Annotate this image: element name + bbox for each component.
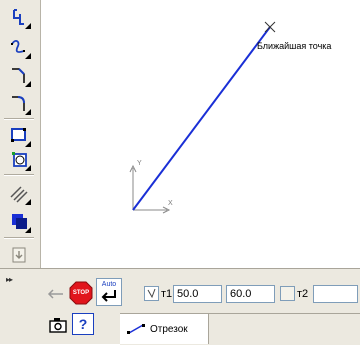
back-button[interactable] bbox=[44, 283, 66, 305]
auto-create-button[interactable]: Auto bbox=[96, 278, 122, 306]
snap-hint-label: Ближайшая точка bbox=[257, 41, 332, 51]
chamfer-tool-button[interactable] bbox=[6, 62, 32, 88]
point-fields-row: т1 т2 bbox=[128, 284, 360, 306]
segment-icon bbox=[127, 324, 145, 334]
stop-button[interactable]: STOP bbox=[68, 280, 94, 306]
stop-label: STOP bbox=[72, 290, 90, 296]
tab-segment[interactable]: Отрезок bbox=[120, 314, 209, 344]
axis-x-label: X bbox=[168, 200, 173, 207]
camera-icon bbox=[49, 318, 67, 333]
drawing-canvas[interactable]: Y X Ближайшая точка bbox=[41, 0, 360, 268]
tab-segment-label: Отрезок bbox=[150, 323, 188, 335]
segment-line bbox=[132, 26, 271, 211]
axis-y-label: Y bbox=[137, 160, 142, 167]
property-panel: ▸▸ STOP Auto т1 т2 bbox=[0, 268, 360, 345]
hatch-tool-button[interactable] bbox=[6, 180, 32, 206]
drawing-toolbar bbox=[0, 0, 41, 268]
camera-button[interactable] bbox=[48, 315, 68, 335]
t1-toggle[interactable] bbox=[144, 286, 159, 301]
bezier-tool-button[interactable] bbox=[6, 34, 32, 60]
more-tools-button[interactable] bbox=[6, 242, 32, 268]
fillet-tool-button[interactable] bbox=[6, 90, 32, 116]
check-icon bbox=[147, 288, 156, 299]
cursor-cross-icon bbox=[264, 21, 276, 33]
rectangle-tool-button[interactable] bbox=[6, 122, 32, 148]
arrow-left-icon bbox=[47, 289, 63, 299]
t2-toggle[interactable] bbox=[280, 286, 295, 301]
more-tools-icon bbox=[12, 247, 26, 263]
enter-arrow-icon bbox=[101, 290, 116, 302]
help-icon: ? bbox=[78, 316, 88, 332]
help-button[interactable]: ? bbox=[72, 313, 94, 335]
fill-tool-button[interactable] bbox=[6, 208, 32, 234]
t1-label: т1 bbox=[161, 288, 173, 300]
t1-y-field[interactable] bbox=[226, 285, 275, 303]
tab-strip: Отрезок bbox=[120, 313, 360, 345]
t1-x-field[interactable] bbox=[173, 285, 222, 303]
t2-x-field[interactable] bbox=[313, 285, 358, 303]
auto-label: Auto bbox=[101, 281, 117, 288]
panel-grip-icon[interactable]: ▸▸ bbox=[6, 275, 13, 284]
t2-label: т2 bbox=[297, 288, 309, 300]
polygon-tool-button[interactable] bbox=[6, 146, 32, 172]
polyline-tool-button[interactable] bbox=[6, 4, 32, 30]
